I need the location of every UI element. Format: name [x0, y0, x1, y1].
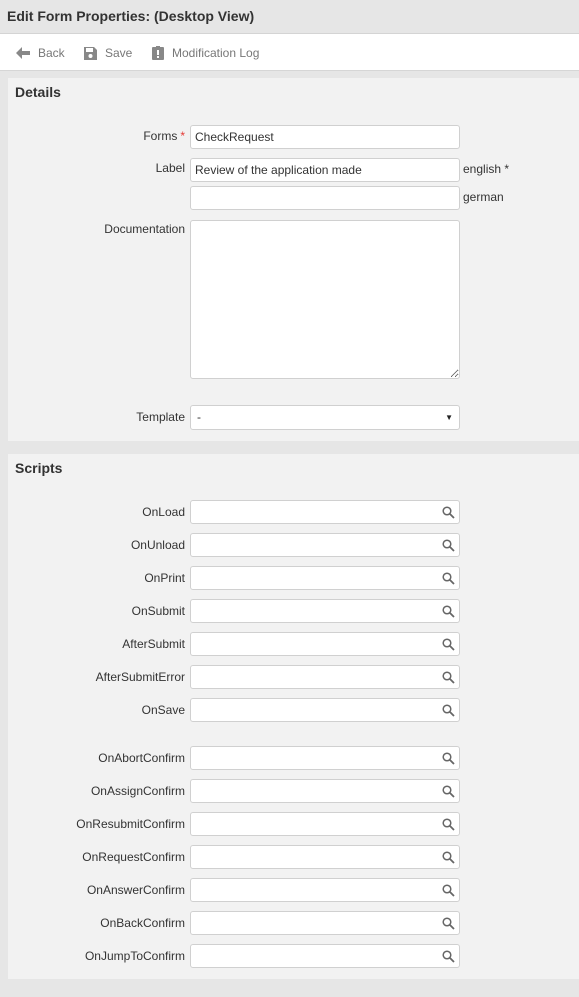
search-icon[interactable] [442, 638, 455, 651]
required-marker: * [180, 129, 185, 143]
script-label: OnPrint [144, 571, 185, 585]
search-icon[interactable] [442, 752, 455, 765]
search-icon[interactable] [442, 605, 455, 618]
back-button[interactable]: Back [16, 44, 65, 62]
search-icon[interactable] [442, 884, 455, 897]
script-picker-input[interactable] [190, 599, 460, 623]
script-label: OnAnswerConfirm [86, 883, 185, 897]
script-label: OnResubmitConfirm [76, 817, 185, 831]
script-picker-input[interactable] [190, 845, 460, 869]
script-picker-input[interactable] [190, 665, 460, 689]
script-label: OnAssignConfirm [90, 784, 185, 798]
script-picker-input[interactable] [190, 566, 460, 590]
label-german-input[interactable] [190, 186, 460, 210]
search-icon[interactable] [442, 671, 455, 684]
script-picker-input[interactable] [190, 911, 460, 935]
save-label: Save [105, 46, 133, 60]
script-picker-input[interactable] [190, 698, 460, 722]
script-label: AfterSubmitError [95, 670, 185, 684]
clipboard-icon [152, 46, 164, 60]
search-icon[interactable] [442, 572, 455, 585]
modification-log-button[interactable]: Modification Log [152, 44, 259, 62]
script-picker-input[interactable] [190, 944, 460, 968]
script-picker-input[interactable] [190, 746, 460, 770]
script-label: OnLoad [142, 505, 185, 519]
script-label: OnAbortConfirm [98, 751, 185, 765]
script-label: OnSubmit [131, 604, 185, 618]
search-icon[interactable] [442, 950, 455, 963]
script-picker-input[interactable] [190, 533, 460, 557]
floppy-disk-icon [84, 46, 97, 60]
label-label: Label [155, 161, 185, 175]
details-heading: Details [15, 84, 61, 100]
script-picker-input[interactable] [190, 632, 460, 656]
forms-label: Forms * [143, 129, 185, 143]
caret-down-icon: ▼ [445, 413, 453, 422]
search-icon[interactable] [442, 851, 455, 864]
scripts-heading: Scripts [15, 460, 63, 476]
window-title: Edit Form Properties: (Desktop View) [7, 8, 255, 24]
documentation-label: Documentation [104, 222, 185, 236]
back-label: Back [38, 46, 65, 60]
scripts-panel: Scripts OnLoad OnUnload OnPrint OnSubmit Aft… [8, 454, 579, 979]
search-icon[interactable] [442, 818, 455, 831]
arrow-left-icon [16, 47, 30, 59]
modification-log-label: Modification Log [172, 46, 260, 60]
forms-input[interactable] [190, 125, 460, 149]
script-label: AfterSubmit [122, 637, 185, 651]
template-selected-value: - [197, 410, 201, 424]
script-label: OnSave [141, 703, 185, 717]
documentation-textarea[interactable] [190, 220, 460, 379]
script-label: OnJumpToConfirm [84, 949, 185, 963]
search-icon[interactable] [442, 785, 455, 798]
script-picker-input[interactable] [190, 878, 460, 902]
search-icon[interactable] [442, 539, 455, 552]
toolbar: Back Save Modification Log [0, 34, 579, 71]
template-select[interactable]: - ▼ [190, 405, 460, 430]
search-icon[interactable] [442, 917, 455, 930]
english-language-label: english * [463, 162, 510, 176]
save-button[interactable]: Save [84, 44, 132, 62]
script-label: OnRequestConfirm [82, 850, 185, 864]
search-icon[interactable] [442, 506, 455, 519]
script-label: OnUnload [130, 538, 185, 552]
details-panel: Details Forms* Label english * german Do… [8, 78, 579, 441]
search-icon[interactable] [442, 704, 455, 717]
german-language-label: german [463, 190, 504, 204]
script-picker-input[interactable] [190, 779, 460, 803]
title-bar: Edit Form Properties: (Desktop View) [0, 0, 579, 34]
script-label: OnBackConfirm [100, 916, 185, 930]
forms-label-text: Forms [143, 129, 178, 143]
label-english-input[interactable] [190, 158, 460, 182]
template-label: Template [136, 410, 185, 424]
script-picker-input[interactable] [190, 500, 460, 524]
script-picker-input[interactable] [190, 812, 460, 836]
